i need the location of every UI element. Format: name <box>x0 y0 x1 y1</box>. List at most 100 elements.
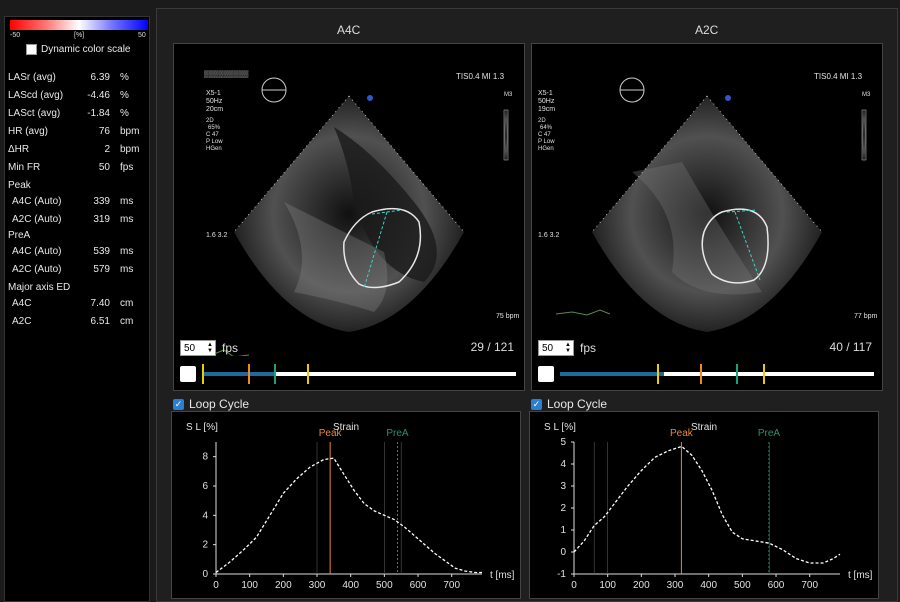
overlay-bpm: 75 bpm <box>496 313 520 320</box>
metric-value: -1.84 <box>87 108 110 119</box>
frame-counter: 40 / 117 <box>829 340 872 354</box>
overlay-p: P Low <box>206 139 223 145</box>
metric-row: LAScd (avg) -4.46% <box>8 90 138 104</box>
metric-row: ΔHR 2 bpm <box>8 144 140 158</box>
metric-value: 76 <box>98 126 110 137</box>
y-tick-label: 6 <box>202 481 208 492</box>
y-tick-label: 3 <box>560 481 566 492</box>
dynamic-color-scale-toggle[interactable]: Dynamic color scale <box>26 44 130 55</box>
fps-spinbox[interactable]: 50 ▲ ▼ <box>538 340 574 356</box>
metric-unit: fps <box>120 162 134 173</box>
overlay-header: TIS0.4 MI 1.3 <box>814 72 863 81</box>
y-axis-label: S L [%] <box>544 422 576 433</box>
metric-name: A2C (Auto) <box>12 214 62 225</box>
frame-marker[interactable] <box>247 364 250 384</box>
view-title-a4c: A4C <box>337 23 361 37</box>
x-tick-label: 600 <box>768 580 785 591</box>
x-tick-label: 500 <box>734 580 751 591</box>
metric-row: HR (avg) 76 bpm <box>8 126 140 140</box>
x-tick-label: 500 <box>376 580 393 591</box>
metric-name: A4C (Auto) <box>12 196 62 207</box>
metric-row: A4C (Auto) 539 ms <box>8 246 138 260</box>
y-axis-label: S L [%] <box>186 422 218 433</box>
metric-name: PreA <box>8 230 31 241</box>
viewer-a4c[interactable]: ▒▒▒▒▒▒▒▒▒ TIS0.4 MI 1.3 M3 X5-1 50Hz 20c… <box>173 43 525 391</box>
x-tick-label: 100 <box>241 580 258 591</box>
overlay-mode: 2D <box>538 118 546 124</box>
metric-value: 50 <box>98 162 110 173</box>
dynamic-color-scale-checkbox[interactable] <box>26 44 37 55</box>
metric-row: A2C (Auto) 579 ms <box>8 264 138 278</box>
metric-name: A2C (Auto) <box>12 264 62 275</box>
y-tick-label: 2 <box>560 503 566 514</box>
x-tick-label: 0 <box>213 580 219 591</box>
metric-name: LASct (avg) <box>8 108 61 119</box>
colorbar-min: -50 <box>10 32 21 39</box>
loop-cycle-checkbox[interactable]: ✓ <box>531 398 542 410</box>
frame-marker[interactable] <box>274 364 277 384</box>
overlay-gain: 64% <box>540 125 553 131</box>
loop-cycle-checkbox[interactable]: ✓ <box>173 398 184 410</box>
metric-unit: bpm <box>120 144 140 155</box>
metric-value: 6.51 <box>90 316 110 327</box>
x-tick-label: 200 <box>633 580 650 591</box>
viewer-a2c[interactable]: TIS0.4 MI 1.3 M3 X5-1 50Hz 19cm 2D 64% C… <box>531 43 883 391</box>
play-button[interactable] <box>538 366 554 382</box>
fps-label: fps <box>222 341 239 355</box>
metric-unit: ms <box>120 246 134 257</box>
metric-value: 7.40 <box>90 298 110 309</box>
metric-value: 539 <box>93 246 110 257</box>
frame-marker[interactable] <box>657 364 660 384</box>
chart-title: Strain <box>691 422 717 433</box>
y-tick-label: 4 <box>560 459 566 470</box>
metric-value: 579 <box>93 264 110 275</box>
ultrasound-image-a4c: ▒▒▒▒▒▒▒▒▒ TIS0.4 MI 1.3 M3 X5-1 50Hz 20c… <box>203 70 520 356</box>
metric-unit: % <box>120 90 129 101</box>
x-axis-label: t [ms] <box>490 570 515 581</box>
x-tick-label: 300 <box>309 580 326 591</box>
overlay-gen: HGen <box>206 146 222 152</box>
x-tick-label: 600 <box>410 580 427 591</box>
frame-marker[interactable] <box>307 364 310 384</box>
metric-unit: ms <box>120 264 134 275</box>
metric-row: Peak <box>8 180 138 194</box>
metric-unit: bpm <box>120 126 140 137</box>
metric-row: A2C 6.51 cm <box>8 316 138 330</box>
frame-slider[interactable] <box>202 364 516 384</box>
frame-slider[interactable] <box>560 364 874 384</box>
fps-label: fps <box>580 341 597 355</box>
frame-marker[interactable] <box>762 364 765 384</box>
frame-slider-fill <box>202 372 275 376</box>
metric-unit: ms <box>120 214 134 225</box>
overlay-m3: M3 <box>862 92 871 98</box>
fps-spinbox[interactable]: 50 ▲ ▼ <box>180 340 216 356</box>
main-area: A4C A2C ▒▒▒▒▒▒▒▒▒ TIS0.4 MI 1.3 M3 X5-1 … <box>156 8 898 602</box>
overlay-mode: 2D <box>206 118 214 124</box>
svg-text:▒▒▒▒▒▒▒▒▒: ▒▒▒▒▒▒▒▒▒ <box>204 70 249 78</box>
loop-cycle-label: Loop Cycle <box>189 397 250 411</box>
strain-chart-svg: 0 100 200 300 400 500 600 700-1012345Peak PreASt… <box>544 422 873 591</box>
loop-cycle-toggle-a2c[interactable]: ✓ Loop Cycle <box>531 397 607 411</box>
metric-unit: % <box>120 108 129 119</box>
metric-value: 2 <box>104 144 110 155</box>
metric-name: Major axis ED <box>8 282 71 293</box>
loop-cycle-label: Loop Cycle <box>547 397 608 411</box>
metric-name: A4C <box>12 298 32 309</box>
overlay-depth: 19cm <box>538 106 555 113</box>
metric-row: LASr (avg) 6.39% <box>8 72 138 86</box>
strain-chart-a4c: 0 100 200 300 400 500 600 700 0 2 4 6 8 Peak PreA Strai… <box>171 411 521 599</box>
frame-marker[interactable] <box>735 364 738 384</box>
overlay-p: P Low <box>538 139 555 145</box>
metric-row: LASct (avg) -1.84% <box>8 108 138 122</box>
metric-name: LASr (avg) <box>8 72 56 83</box>
y-tick-label: 1 <box>560 525 566 536</box>
frame-slider-fill <box>560 372 664 376</box>
metric-name: Min FR <box>8 162 41 173</box>
frame-marker[interactable] <box>699 364 702 384</box>
metric-value: 319 <box>93 214 110 225</box>
frame-counter: 29 / 121 <box>470 340 514 354</box>
loop-cycle-toggle-a4c[interactable]: ✓ Loop Cycle <box>173 397 249 411</box>
play-button[interactable] <box>180 366 196 382</box>
frame-marker[interactable] <box>202 364 204 384</box>
x-tick-label: 700 <box>801 580 818 591</box>
